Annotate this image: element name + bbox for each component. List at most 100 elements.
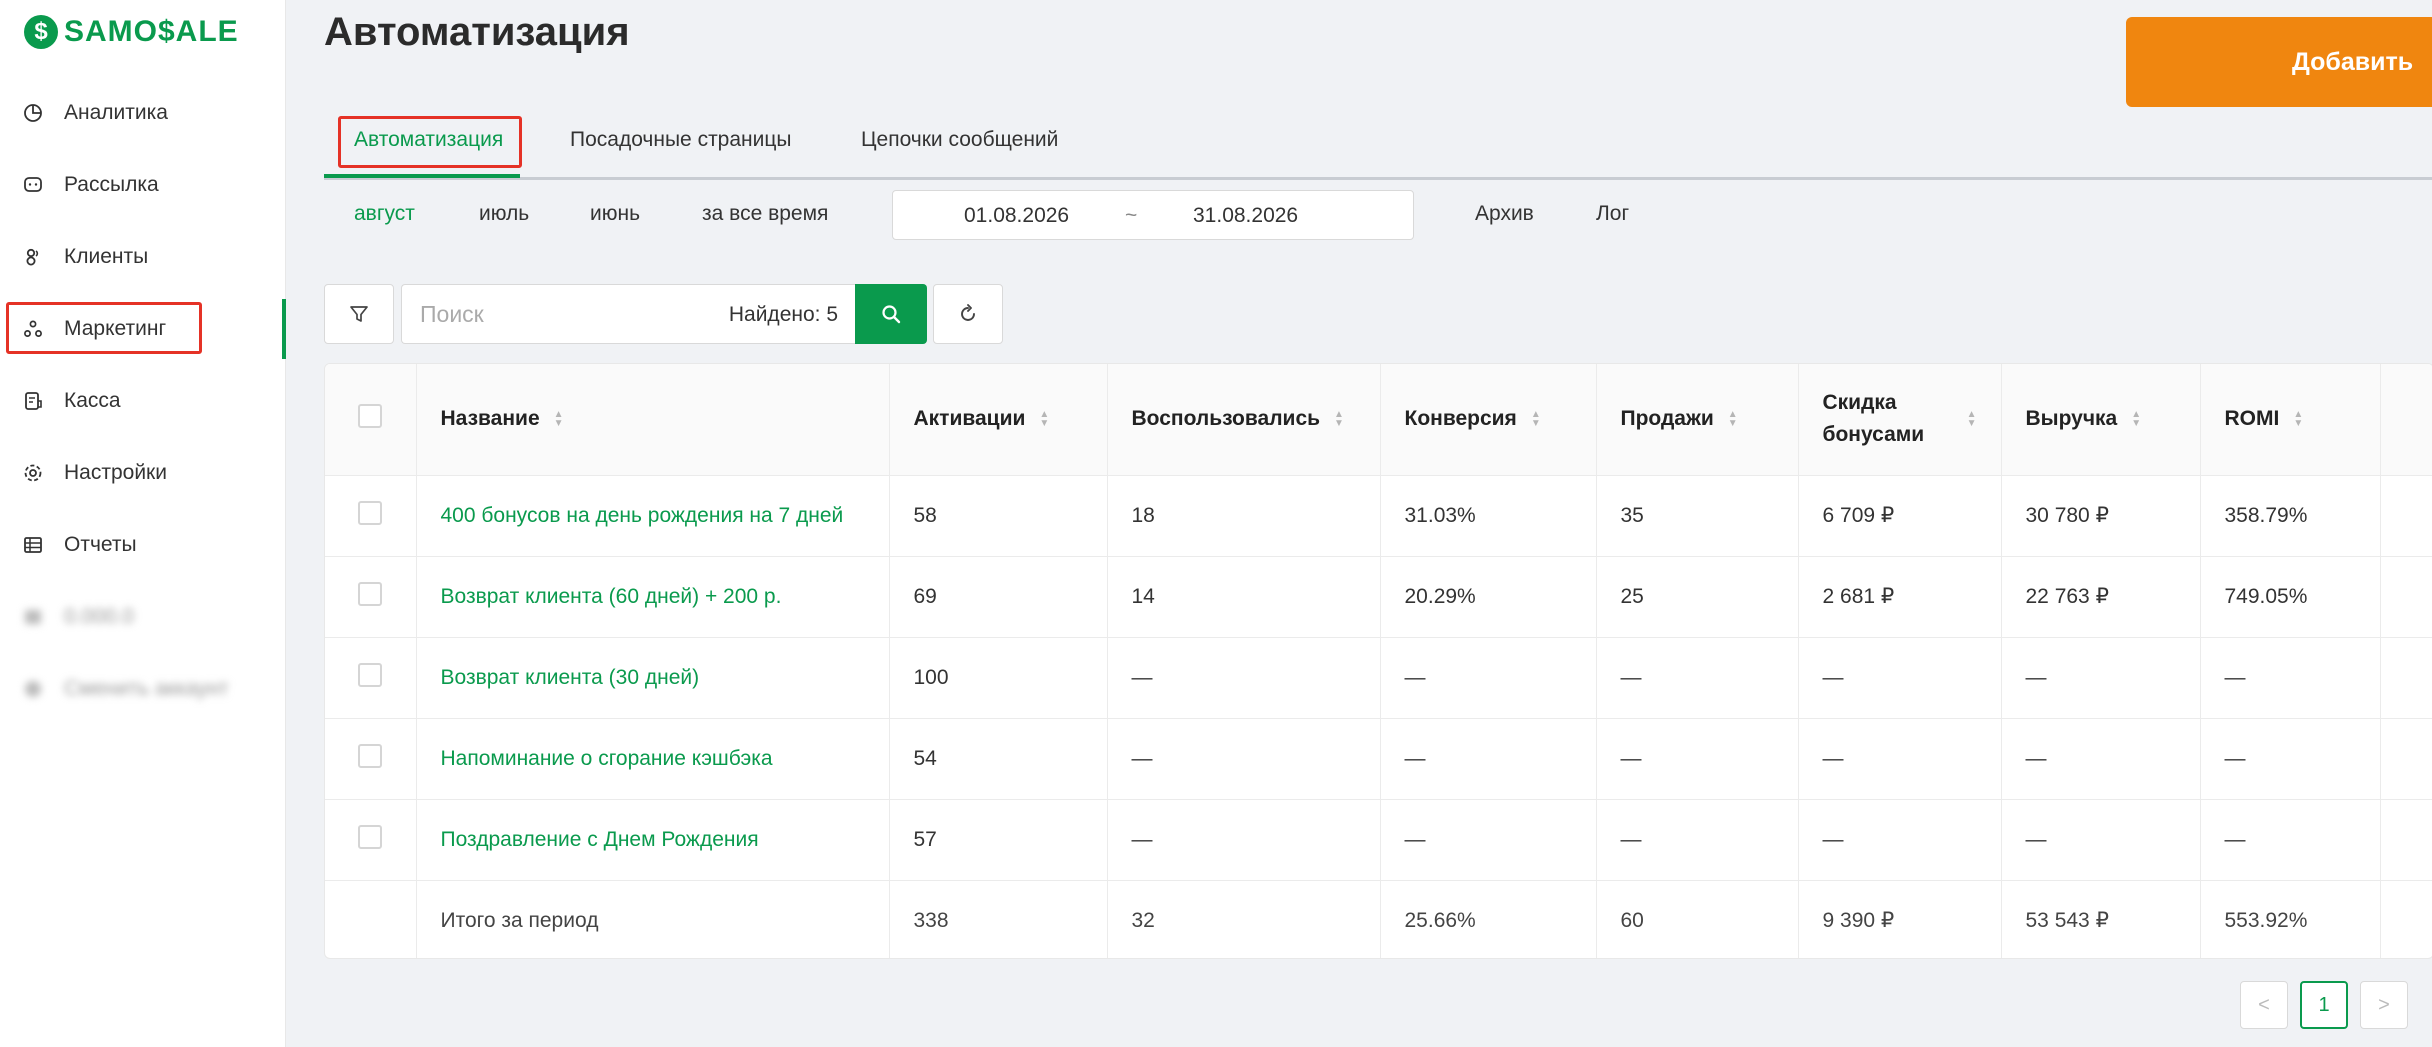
cell-conversion: 20.29% [1380, 556, 1597, 638]
search-icon [882, 305, 901, 324]
message-icon [22, 174, 44, 196]
period-all-time[interactable]: за все время [702, 202, 828, 226]
cell-used: 14 [1107, 556, 1381, 638]
row-checkbox[interactable] [358, 824, 383, 849]
cell-conversion: — [1380, 718, 1597, 800]
search-box: Найдено: 5 [401, 284, 856, 344]
sort-icon[interactable]: ▲ ▼ [1967, 410, 1977, 429]
cell-revenue: — [2001, 799, 2201, 881]
cell-romi: — [2200, 799, 2381, 881]
cell-revenue: — [2001, 637, 2201, 719]
select-all-cell [325, 364, 417, 476]
column-header-romi[interactable]: ROMI ▲ ▼ [2200, 364, 2381, 476]
search-input[interactable] [420, 299, 680, 329]
cell-bonus-discount: — [1798, 718, 2002, 800]
sidebar-item-label: Аналитика [64, 101, 168, 124]
sidebar-item-switch-account[interactable]: Сменить аккаунт [22, 669, 229, 709]
blurred-icon [22, 678, 44, 700]
cell-sales: 35 [1596, 475, 1799, 557]
gear-icon [22, 462, 44, 484]
pagination-next-button[interactable]: > [2360, 981, 2408, 1029]
row-checkbox[interactable] [358, 500, 383, 525]
pagination-prev-button[interactable]: < [2240, 981, 2288, 1029]
cell-bonus-discount: 6 709 ₽ [1798, 475, 2002, 557]
automation-name-link[interactable]: 400 бонусов на день рождения на 7 дней [416, 475, 890, 557]
sort-icon[interactable]: ▲ ▼ [1039, 410, 1049, 429]
sort-icon[interactable]: ▲ ▼ [1728, 410, 1738, 429]
logo-dollar-icon: $ [24, 15, 58, 49]
automation-name-link[interactable]: Напоминание о сгорание кэшбэка [416, 718, 890, 800]
sort-icon[interactable]: ▲ ▼ [2293, 410, 2303, 429]
cell-used: — [1107, 718, 1381, 800]
tab-message-chains[interactable]: Цепочки сообщений [861, 128, 1058, 152]
cell-romi: — [2200, 637, 2381, 719]
table-total-row: Итого за период 338 32 25.66% 60 9 390 ₽… [325, 880, 2432, 958]
column-header-name[interactable]: Название ▲ ▼ [416, 364, 890, 476]
cell-used: — [1107, 799, 1381, 881]
highlight-box [6, 302, 202, 354]
total-romi: 553.92% [2200, 880, 2381, 958]
refresh-button[interactable] [933, 284, 1003, 344]
cell-bonus-discount: — [1798, 799, 2002, 881]
found-count: Найдено: 5 [728, 303, 838, 326]
column-header-revenue[interactable]: Выручка ▲ ▼ [2001, 364, 2201, 476]
sidebar-item-settings[interactable]: Настройки [22, 453, 167, 493]
total-sales: 60 [1596, 880, 1799, 958]
column-header-used[interactable]: Воспользовались ▲ ▼ [1107, 364, 1381, 476]
search-button[interactable] [855, 284, 927, 344]
logo[interactable]: $ SAMO$ALE [24, 14, 239, 50]
total-used: 32 [1107, 880, 1381, 958]
automation-name-link[interactable]: Возврат клиента (30 дней) [416, 637, 890, 719]
cell-romi: — [2200, 718, 2381, 800]
total-activations: 338 [889, 880, 1108, 958]
date-separator: ~ [1125, 204, 1138, 227]
add-button[interactable]: Добавить [2126, 17, 2432, 107]
cell-extra [2380, 880, 2432, 958]
date-from: 01.08.2026 [964, 204, 1070, 227]
sidebar-item-mailing[interactable]: Рассылка [22, 165, 159, 205]
total-empty-cell [325, 880, 417, 958]
sort-icon[interactable]: ▲ ▼ [1334, 410, 1344, 429]
pagination-page-1[interactable]: 1 [2300, 981, 2348, 1029]
cell-extra [2380, 475, 2432, 557]
column-header-extra [2380, 364, 2432, 476]
cell-conversion: — [1380, 637, 1597, 719]
sidebar-item-balance[interactable]: 0.000.0 [22, 597, 134, 637]
row-select-cell [325, 475, 417, 557]
sort-icon[interactable]: ▲ ▼ [554, 410, 564, 429]
cell-sales: — [1596, 637, 1799, 719]
log-link[interactable]: Лог [1596, 202, 1629, 226]
cell-used: — [1107, 637, 1381, 719]
sidebar-item-clients[interactable]: Клиенты [22, 237, 148, 277]
cell-romi: 749.05% [2200, 556, 2381, 638]
column-header-activations[interactable]: Активации ▲ ▼ [889, 364, 1108, 476]
automation-name-link[interactable]: Возврат клиента (60 дней) + 200 р. [416, 556, 890, 638]
row-checkbox[interactable] [358, 581, 383, 606]
column-header-bonus-discount[interactable]: Скидка бонусами ▲ ▼ [1798, 364, 2002, 476]
date-range-picker[interactable]: 01.08.2026 ~ 31.08.2026 [892, 190, 1414, 240]
cell-activations: 57 [889, 799, 1108, 881]
row-checkbox[interactable] [358, 662, 383, 687]
table-header-row: Название ▲ ▼ Активации ▲ ▼ Воспользовались ▲ ▼… [325, 364, 2432, 476]
blurred-icon [22, 606, 44, 628]
archive-link[interactable]: Архив [1475, 202, 1534, 226]
period-june[interactable]: июнь [590, 202, 640, 226]
period-august[interactable]: август [354, 202, 415, 226]
page-title: Автоматизация [324, 10, 630, 54]
filter-icon [350, 306, 368, 322]
row-checkbox[interactable] [358, 743, 383, 768]
sidebar-item-reports[interactable]: Отчеты [22, 525, 137, 565]
column-header-conversion[interactable]: Конверсия ▲ ▼ [1380, 364, 1597, 476]
sort-icon[interactable]: ▲ ▼ [2131, 410, 2141, 429]
sort-icon[interactable]: ▲ ▼ [1531, 410, 1541, 429]
filter-button[interactable] [324, 284, 394, 344]
period-july[interactable]: июль [479, 202, 529, 226]
sidebar-item-cash[interactable]: Касса [22, 381, 121, 421]
cell-extra [2380, 556, 2432, 638]
select-all-checkbox[interactable] [358, 404, 383, 429]
pie-chart-icon [22, 102, 44, 124]
tab-landing-pages[interactable]: Посадочные страницы [570, 128, 792, 152]
automation-name-link[interactable]: Поздравление с Днем Рождения [416, 799, 890, 881]
column-header-sales[interactable]: Продажи ▲ ▼ [1596, 364, 1799, 476]
sidebar-item-analytics[interactable]: Аналитика [22, 93, 168, 133]
